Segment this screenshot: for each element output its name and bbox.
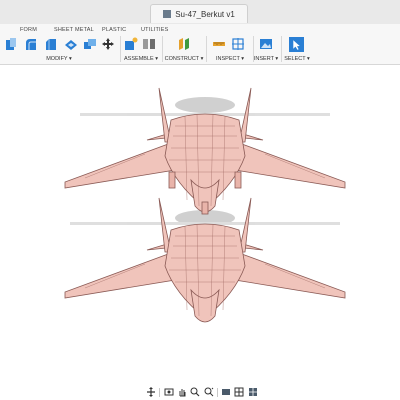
viewports-button[interactable] (248, 387, 258, 397)
move-icon[interactable] (101, 37, 115, 51)
tab-utilities[interactable]: UTILITIES (141, 27, 168, 33)
shell-icon[interactable] (64, 37, 78, 51)
construct-group-label[interactable]: CONSTRUCT ▾ (164, 56, 204, 62)
new-component-icon[interactable] (124, 37, 138, 51)
tab-plastic[interactable]: PLASTIC (102, 27, 126, 33)
tab-form[interactable]: FORM (20, 27, 37, 33)
viewports-icon (248, 388, 257, 396)
joint-icon[interactable] (142, 37, 156, 51)
look-at-button[interactable] (163, 387, 174, 397)
modify-group-label[interactable]: MODIFY ▾ (0, 56, 118, 62)
insert-image-icon[interactable] (259, 37, 273, 51)
model-canvas[interactable] (0, 65, 400, 385)
chamfer-icon[interactable] (44, 37, 58, 51)
title-bar: Su-47_Berkut v1 (0, 0, 400, 25)
assemble-group: ASSEMBLE ▾ (122, 37, 160, 63)
insert-group-label[interactable]: INSERT ▾ (253, 56, 279, 62)
select-group: SELECT ▾ (283, 37, 311, 63)
hand-icon (179, 389, 186, 397)
toolbar-ribbon: FORM SHEET METAL PLASTIC UTILITIES MODIF… (0, 24, 400, 65)
display-settings-icon (222, 389, 231, 395)
divider (159, 387, 161, 397)
3d-viewport[interactable] (0, 65, 400, 385)
pan-button[interactable] (177, 387, 187, 397)
divider (206, 36, 207, 62)
select-cursor-icon[interactable] (289, 37, 304, 52)
document-tab[interactable]: Su-47_Berkut v1 (150, 4, 248, 23)
combine-icon[interactable] (83, 37, 97, 51)
fillet-icon[interactable] (24, 37, 38, 51)
divider (162, 36, 163, 62)
select-group-label[interactable]: SELECT ▾ (283, 56, 311, 62)
inspect-group-label[interactable]: INSPECT ▾ (208, 56, 252, 62)
zoom-button[interactable] (190, 387, 200, 397)
document-icon (163, 10, 172, 18)
measure-icon[interactable] (212, 37, 226, 51)
assemble-group-label[interactable]: ASSEMBLE ▾ (122, 56, 160, 62)
divider (281, 36, 282, 62)
fit-button[interactable] (204, 387, 214, 397)
tab-sheet-metal[interactable]: SHEET METAL (54, 27, 94, 33)
modify-group: MODIFY ▾ (0, 37, 118, 63)
offset-plane-icon[interactable] (177, 37, 191, 51)
press-pull-icon[interactable] (4, 37, 18, 51)
grid-icon (234, 387, 244, 397)
divider (120, 36, 121, 62)
section-analysis-icon[interactable] (231, 37, 245, 51)
zoom-window-icon (204, 387, 214, 397)
navigation-bar (146, 386, 258, 398)
look-at-icon (164, 388, 174, 396)
zoom-icon (190, 387, 200, 397)
display-settings-button[interactable] (221, 387, 231, 397)
divider (216, 387, 218, 397)
document-title: Su-47_Berkut v1 (175, 9, 235, 19)
inspect-group: INSPECT ▾ (208, 37, 252, 63)
construct-group: CONSTRUCT ▾ (164, 37, 204, 63)
grid-settings-button[interactable] (234, 387, 244, 397)
insert-group: INSERT ▾ (253, 37, 279, 63)
orbit-button[interactable] (146, 387, 156, 397)
orbit-icon (147, 387, 156, 397)
